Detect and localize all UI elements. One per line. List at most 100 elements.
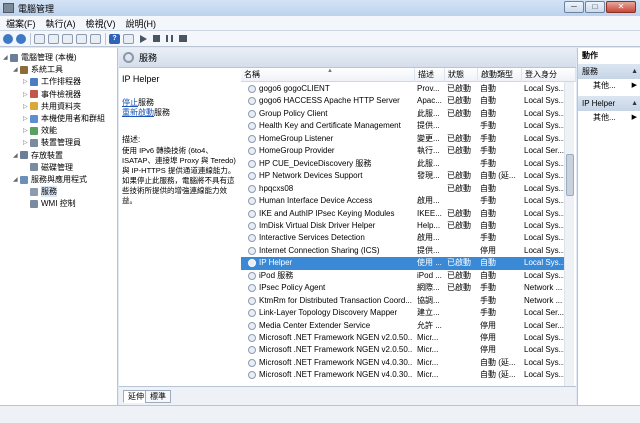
service-name-cell: Microsoft .NET Framework NGEN v2.0.50... <box>259 345 413 355</box>
stop-service-link[interactable]: 停止 <box>122 98 138 107</box>
service-row[interactable]: Internet Connection Sharing (ICS) 提供... 停用… <box>241 245 566 258</box>
service-row[interactable]: Microsoft .NET Framework NGEN v4.0.30...… <box>241 357 566 370</box>
tree-item[interactable]: ◢ 服務與應用程式 <box>13 174 87 185</box>
show-action-pane-icon[interactable] <box>123 33 134 44</box>
tree-item[interactable]: ▷ 共用資料夾 <box>23 101 81 112</box>
start-service-icon[interactable] <box>140 34 147 43</box>
tree-item[interactable]: ▷ 效能 <box>23 125 57 136</box>
forward-icon[interactable] <box>16 33 26 44</box>
tree-item[interactable]: ▷ 工作排程器 <box>23 76 81 87</box>
service-logon-cell: Network ... <box>524 295 563 305</box>
title-bar[interactable]: 電腦管理 ─ □ ✕ <box>0 0 640 16</box>
service-row[interactable]: iPod 服務 iPod ... 已啟動 自動 Local Sys... <box>241 270 566 283</box>
service-row[interactable]: gogo6 HACCESS Apache HTTP Server Apac... 已… <box>241 95 566 108</box>
expand-arrow-icon[interactable]: ▷ <box>23 103 29 110</box>
collapse-up-icon[interactable]: ▲ <box>631 96 638 111</box>
service-row[interactable]: HP Network Devices Support 發現... 已啟動 自動 (延.… <box>241 170 566 183</box>
tree-item[interactable]: ◢ 系統工具 <box>13 64 63 75</box>
column-header-logon-as[interactable]: 登入身分 <box>522 68 576 82</box>
service-row[interactable]: ImDisk Virtual Disk Driver Helper Help...… <box>241 220 566 233</box>
more-actions-label: 其他... <box>593 81 616 90</box>
tab-standard[interactable]: 標準 <box>145 390 171 403</box>
tree-item[interactable]: ▷ 本機使用者和群組 <box>23 113 105 124</box>
service-name-cell: Media Center Extender Service <box>259 320 371 330</box>
expand-arrow-icon[interactable]: ◢ <box>3 54 9 61</box>
stop-service-row: 停止服務 <box>122 98 236 108</box>
service-row[interactable]: Health Key and Certificate Management 提供.… <box>241 120 566 133</box>
service-gear-icon <box>248 346 256 355</box>
actions-more-ip-helper[interactable]: 其他... ▶ <box>578 112 640 124</box>
menu-action[interactable]: 執行(A) <box>46 17 76 30</box>
tree-item[interactable]: ▷ 事件檢視器 <box>23 89 81 100</box>
expand-arrow-icon[interactable]: ▷ <box>23 91 29 98</box>
service-startup-cell: 自動 <box>480 220 496 230</box>
up-level-icon[interactable] <box>34 33 45 44</box>
actions-section-services[interactable]: 服務 ▲ <box>578 64 640 79</box>
stop-service-icon[interactable] <box>153 35 160 42</box>
column-header-startup-type[interactable]: 啟動類型 <box>478 68 522 82</box>
tree-item[interactable]: ◢ 電腦管理 (本機) <box>3 52 77 63</box>
close-button[interactable]: ✕ <box>606 1 636 13</box>
tree-item[interactable]: 磁碟管理 <box>23 162 73 173</box>
properties-icon[interactable] <box>62 33 73 44</box>
menu-help[interactable]: 說明(H) <box>126 17 157 30</box>
expand-arrow-icon[interactable]: ▷ <box>23 139 29 146</box>
list-scrollbar[interactable] <box>564 82 574 386</box>
column-header-description[interactable]: 描述 <box>415 68 445 82</box>
service-status-cell: 已啟動 <box>447 96 471 106</box>
service-row[interactable]: Group Policy Client 此服... 已啟動 自動 Local Sys..… <box>241 108 566 121</box>
help-icon[interactable]: ? <box>109 33 120 44</box>
services-list: 名稱 ▲ 描述 狀態 啟動類型 登入身分 gogo6 gogoCLIENT Pro… <box>241 68 576 386</box>
tree-item[interactable]: 服務 <box>23 186 57 198</box>
show-hide-tree-icon[interactable] <box>48 33 59 44</box>
expand-arrow-icon[interactable]: ▷ <box>23 115 29 122</box>
expand-arrow-icon[interactable]: ▷ <box>23 78 29 85</box>
service-row[interactable]: HP CUE_DeviceDiscovery 服務 此服... 手動 Local Sy… <box>241 158 566 171</box>
expand-arrow-icon[interactable]: ◢ <box>13 152 19 159</box>
expand-arrow-icon[interactable]: ◢ <box>13 176 19 183</box>
pause-service-icon[interactable] <box>166 35 173 42</box>
service-row[interactable]: IKE and AuthIP IPsec Keying Modules IKEE.… <box>241 208 566 221</box>
actions-section-ip-helper[interactable]: IP Helper ▲ <box>578 96 640 111</box>
service-status-cell <box>445 320 478 333</box>
service-row[interactable]: Media Center Extender Service 允許 ... 停用 Loc… <box>241 320 566 333</box>
export-list-icon[interactable] <box>90 33 101 44</box>
expand-arrow-icon[interactable]: ◢ <box>13 66 19 73</box>
service-row[interactable]: KtmRm for Distributed Transaction Coord.… <box>241 295 566 308</box>
restart-service-icon[interactable] <box>179 35 187 42</box>
back-icon[interactable] <box>3 33 13 44</box>
minimize-button[interactable]: ─ <box>564 1 584 13</box>
service-row[interactable]: Interactive Services Detection 啟用... 手動 Loc… <box>241 232 566 245</box>
tree-item[interactable]: ◢ 存放裝置 <box>13 150 63 161</box>
refresh-icon[interactable] <box>76 33 87 44</box>
service-gear-icon <box>248 234 256 243</box>
service-row[interactable]: IP Helper 使用 ... 已啟動 自動 Local Sys... <box>241 257 566 270</box>
menu-view[interactable]: 檢視(V) <box>86 17 116 30</box>
actions-more-services[interactable]: 其他... ▶ <box>578 80 640 92</box>
service-description-cell: Micr... <box>417 370 439 380</box>
service-startup-cell: 自動 <box>480 270 496 280</box>
collapse-up-icon[interactable]: ▲ <box>631 64 638 79</box>
maximize-button[interactable]: □ <box>585 1 605 13</box>
service-row[interactable]: Link-Layer Topology Discovery Mapper 建立..… <box>241 307 566 320</box>
computer-icon <box>10 53 18 62</box>
menu-file[interactable]: 檔案(F) <box>6 17 36 30</box>
service-status-cell <box>445 295 478 308</box>
restart-service-link[interactable]: 重新啟動 <box>122 108 154 117</box>
tree-item[interactable]: WMI 控制 <box>23 198 76 209</box>
service-row[interactable]: Microsoft .NET Framework NGEN v2.0.50...… <box>241 344 566 357</box>
column-header-status[interactable]: 狀態 <box>445 68 478 82</box>
service-row[interactable]: Microsoft .NET Framework NGEN v4.0.30...… <box>241 369 566 382</box>
service-row[interactable]: HomeGroup Listener 變更... 已啟動 手動 Local Sys... <box>241 133 566 146</box>
tree-item[interactable]: ▷ 裝置管理員 <box>23 137 81 148</box>
service-row[interactable]: Human Interface Device Access 啟用... 手動 Loca… <box>241 195 566 208</box>
service-row[interactable]: gogo6 gogoCLIENT Prov... 已啟動 自動 Local Sys... <box>241 83 566 96</box>
service-row[interactable]: hpqcxs08 已啟動 自動 Local Sys... <box>241 183 566 196</box>
expand-arrow-icon[interactable]: ▷ <box>23 127 29 134</box>
service-row[interactable]: HomeGroup Provider 執行... 已啟動 手動 Local Ser... <box>241 145 566 158</box>
service-row[interactable]: Microsoft .NET Framework NGEN v2.0.50...… <box>241 332 566 345</box>
service-row[interactable]: IPsec Policy Agent 網際... 已啟動 手動 Network ... <box>241 282 566 295</box>
services-gear-icon <box>123 52 134 63</box>
scrollbar-thumb[interactable] <box>566 154 574 196</box>
service-name-cell: hpqcxs08 <box>259 183 294 193</box>
